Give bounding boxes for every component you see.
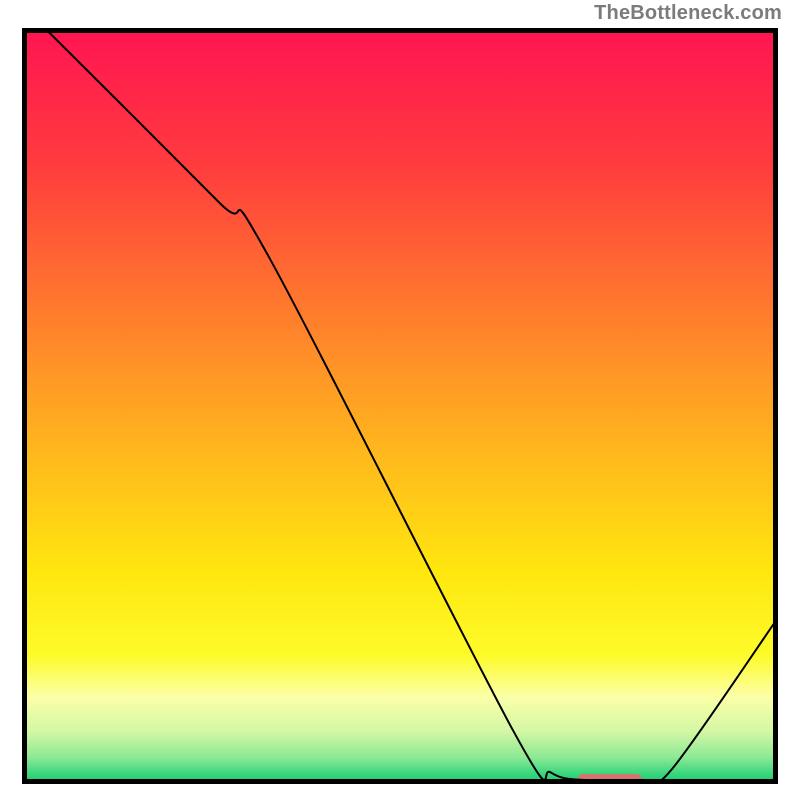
chart-frame [22,28,778,784]
bottleneck-curve-chart [22,28,778,784]
gradient-background [22,28,778,784]
chart-container: TheBottleneck.com [0,0,800,800]
attribution-text: TheBottleneck.com [594,2,782,25]
